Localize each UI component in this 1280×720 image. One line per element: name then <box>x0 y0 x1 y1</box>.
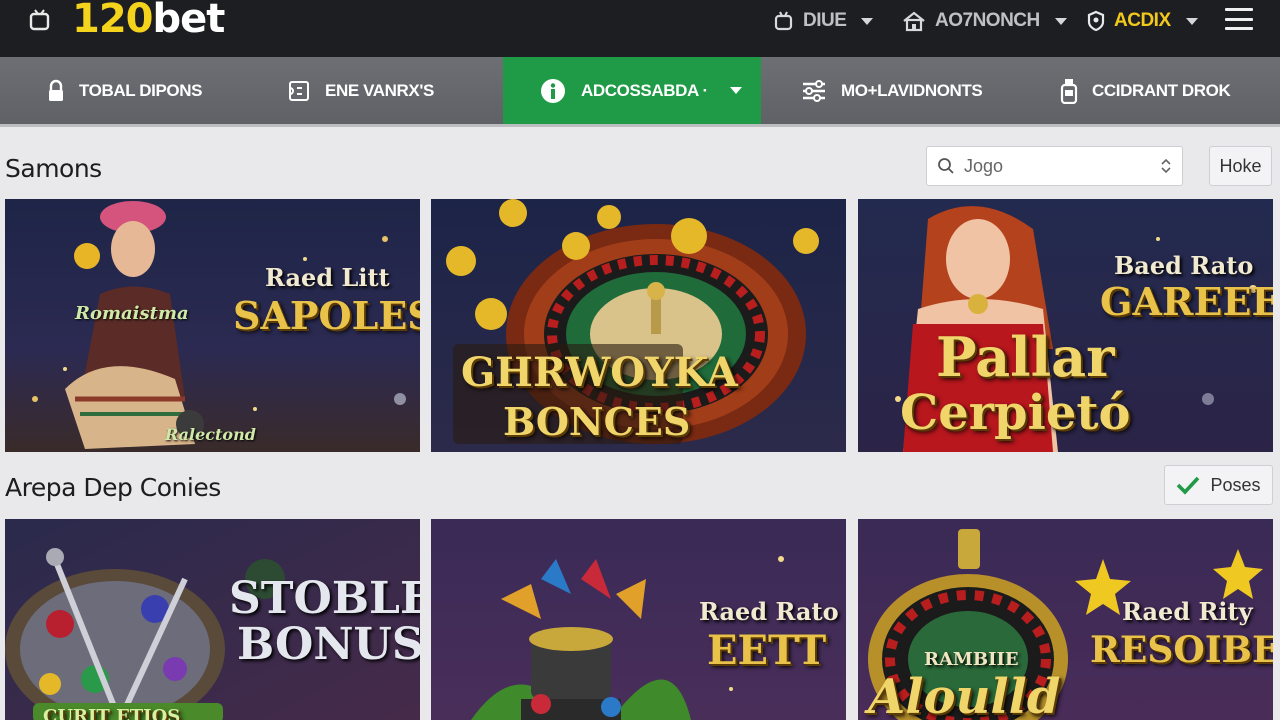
search-input[interactable] <box>964 155 1144 177</box>
card-tag: Romaistma <box>75 303 189 324</box>
search-icon <box>938 158 954 174</box>
header-item-diue[interactable]: DIUE <box>774 6 874 36</box>
card-subtitle: Raed Rity <box>1122 597 1253 626</box>
nav-item-label: ENE VANRX'S <box>325 80 434 100</box>
card-subtitle: Baed Rato <box>1114 251 1254 280</box>
card-title: RESOIBES <box>1090 629 1273 671</box>
card-tag: RAMBIIE <box>924 649 1019 670</box>
game-card[interactable]: Raed Rato EETT <box>431 519 846 720</box>
lock-icon <box>49 79 63 101</box>
game-card[interactable]: Baed Rato GAREEE Pallar Cerpietó <box>858 199 1273 452</box>
section-title: Samons <box>5 154 102 183</box>
game-card[interactable]: STOBLE BONUS CURIT ETIOS <box>5 519 420 720</box>
card-tag: Ralectond <box>165 425 256 444</box>
chevron-down-icon <box>861 17 874 25</box>
game-card[interactable]: Raed Rity RESOIBES RAMBIIE Aloulld <box>858 519 1273 720</box>
game-card[interactable]: GHRWOYKA BONCES <box>431 199 846 452</box>
nav-item-label: CCIDRANT DROK <box>1092 80 1231 100</box>
nav-item-label: TOBAL DIPONS <box>79 80 203 100</box>
button-label: Hoke <box>1219 155 1262 176</box>
shield-user-icon <box>1087 10 1105 32</box>
header-item-label: DIUE <box>803 10 847 31</box>
nav-item-ccidrant-drok[interactable]: CCIDRANT DROK <box>1060 57 1231 124</box>
card-title-big: Cerpietó <box>900 385 1131 441</box>
menu-icon[interactable] <box>1225 8 1253 30</box>
nav-item-ene-vanrxs[interactable]: ENE VANRX'S <box>287 57 434 124</box>
nav-item-label: MO+LAVIDNONTS <box>841 80 983 100</box>
header-item-label: ACDIX <box>1114 10 1171 31</box>
search-field[interactable] <box>926 146 1183 186</box>
card-title: EETT <box>707 627 827 674</box>
brand-logo[interactable]: 120bet <box>72 0 225 42</box>
card-subtitle: BONUS <box>237 619 420 670</box>
section-title: Arepa Dep Conies <box>5 473 221 502</box>
info-icon <box>541 78 565 103</box>
card-tag: CURIT ETIOS <box>43 706 181 720</box>
top-bar: 120bet DIUE AO7NONCH ACDIX <box>0 0 1280 57</box>
tv-icon[interactable] <box>29 8 51 32</box>
select-arrows-icon <box>1161 158 1171 174</box>
header-item-label: AO7NONCH <box>935 10 1040 31</box>
check-icon <box>1177 476 1200 495</box>
button-label: Poses <box>1210 474 1261 495</box>
card-title-big: Aloulld <box>868 669 1061 720</box>
hoke-button[interactable]: Hoke <box>1209 146 1272 186</box>
chevron-down-icon <box>1185 17 1198 25</box>
header-item-account[interactable]: ACDIX <box>1087 6 1198 36</box>
card-title: SAPOLES <box>233 293 420 338</box>
chevron-down-icon <box>1054 17 1067 25</box>
main-nav: TOBAL DIPONS ENE VANRX'S ADCOSSABDA · MO… <box>0 57 1280 127</box>
bottle-icon <box>1060 78 1078 104</box>
card-subtitle: Raed Rato <box>699 597 839 626</box>
ticket-icon <box>289 80 309 101</box>
nav-item-adcossabda[interactable]: ADCOSSABDA · <box>503 57 761 124</box>
card-title: GAREEE <box>1100 279 1273 324</box>
nav-item-molavidnonts[interactable]: MO+LAVIDNONTS <box>801 57 983 124</box>
poses-button[interactable]: Poses <box>1164 465 1273 505</box>
game-card[interactable]: Romaistma Raed Litt SAPOLES Ralectond <box>5 199 420 452</box>
card-title: GHRWOYKA <box>461 349 738 396</box>
tv-icon <box>774 11 793 31</box>
card-title: STOBLE <box>229 573 420 624</box>
nav-item-tobal-dipons[interactable]: TOBAL DIPONS <box>47 57 202 124</box>
nav-item-label: ADCOSSABDA · <box>581 80 708 100</box>
header-item-home[interactable]: AO7NONCH <box>902 6 1067 36</box>
home-icon <box>903 11 925 32</box>
card-subtitle: BONCES <box>503 399 691 444</box>
card-subtitle: Raed Litt <box>265 263 390 292</box>
chevron-down-icon <box>729 87 742 94</box>
card-title-big: Pallar <box>936 325 1115 389</box>
sliders-icon <box>803 79 825 102</box>
